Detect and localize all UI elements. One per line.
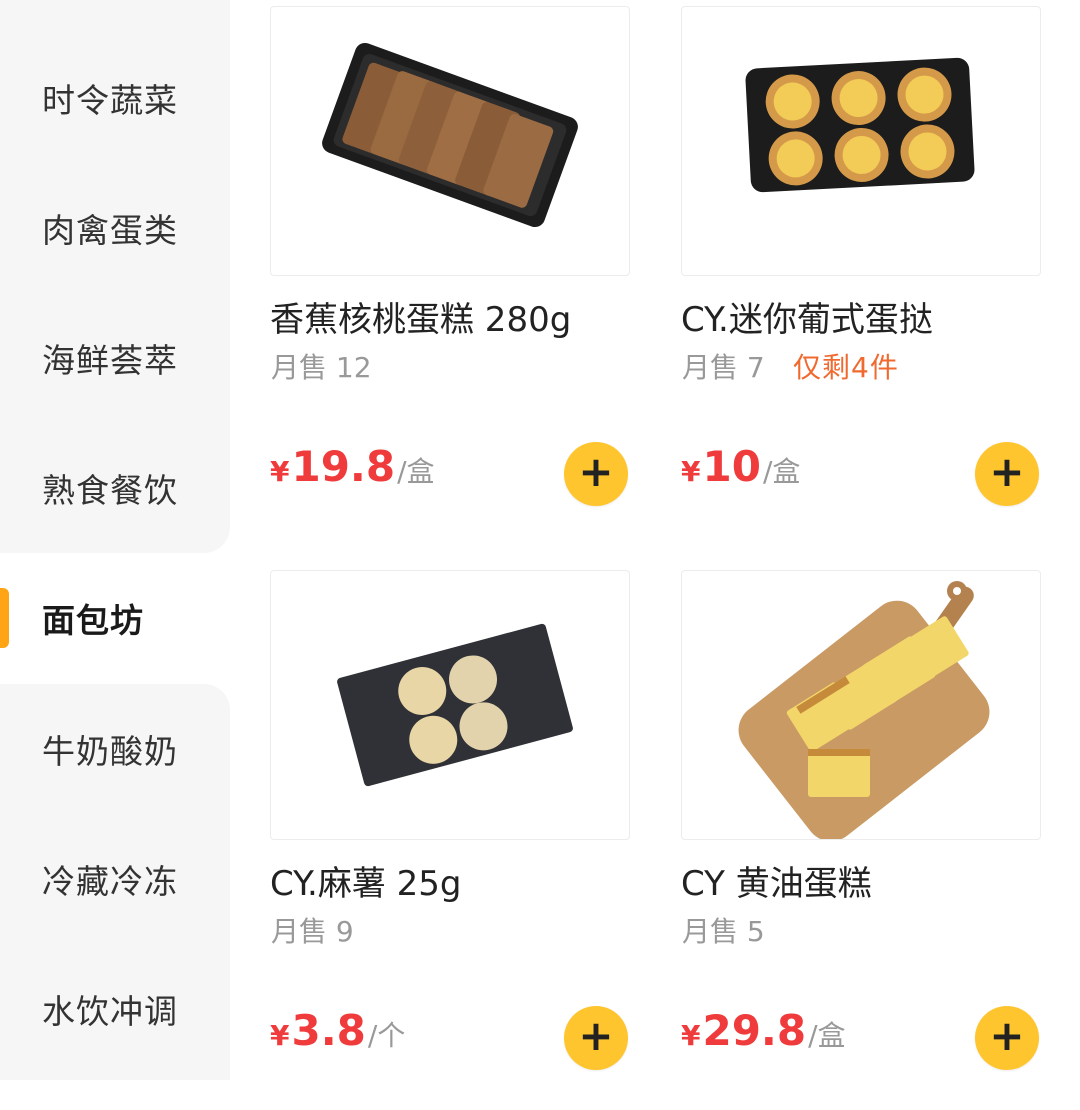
product-title: 香蕉核桃蛋糕 280g [270,300,572,340]
plus-icon: + [989,1011,1025,1060]
price-unit: /盒 [808,1019,846,1052]
product-title: CY.迷你葡式蛋挞 [681,300,933,340]
plus-icon: + [989,447,1025,496]
product-title: CY.麻薯 25g [270,864,462,904]
currency-symbol: ¥ [681,455,701,488]
sidebar-item-meat-poultry-eggs[interactable]: 肉禽蛋类 [0,163,230,293]
sidebar-item-seasonal-vegetables[interactable]: 时令蔬菜 [0,33,230,163]
stock-remaining: 仅剩4件 [793,351,899,384]
price-amount: 19.8 [291,442,396,491]
price-amount: 29.8 [702,1006,807,1055]
sidebar-item-drinks[interactable]: 水饮冲调 [0,944,230,1074]
product-price: ¥ 29.8 /盒 [681,1006,846,1055]
sidebar-item-chilled-frozen[interactable]: 冷藏冷冻 [0,814,230,944]
sidebar-item-seafood[interactable]: 海鲜荟萃 [0,293,230,423]
product-image[interactable] [270,6,630,276]
product-price: ¥ 19.8 /盒 [270,442,435,491]
monthly-sales: 月售 12 [271,351,372,384]
product-card[interactable]: CY.迷你葡式蛋挞 月售 7 仅剩4件 ¥ 10 /盒 + [681,6,1041,546]
egg-tart-image [745,57,975,193]
plus-icon: + [578,1011,614,1060]
product-card[interactable]: CY.麻薯 25g 月售 9 ¥ 3.8 /个 + [270,570,630,1110]
price-unit: /盒 [397,455,435,488]
product-image[interactable] [681,570,1041,840]
monthly-sales: 月售 7 [682,351,765,384]
mochi-image [337,623,573,787]
currency-symbol: ¥ [270,1019,290,1052]
sidebar-item-bakery[interactable]: 面包坊 [0,553,230,683]
product-price: ¥ 10 /盒 [681,442,800,491]
product-image[interactable] [681,6,1041,276]
product-card[interactable]: CY 黄油蛋糕 月售 5 ¥ 29.8 /盒 + [681,570,1041,1110]
banana-walnut-cake-image [322,42,578,228]
price-amount: 10 [702,442,761,491]
add-to-cart-button[interactable]: + [564,442,628,506]
currency-symbol: ¥ [681,1019,701,1052]
sidebar-item-milk-yogurt[interactable]: 牛奶酸奶 [0,684,230,814]
butter-cake-image [738,581,990,839]
add-to-cart-button[interactable]: + [975,442,1039,506]
plus-icon: + [578,447,614,496]
product-image[interactable] [270,570,630,840]
sidebar-item-deli[interactable]: 熟食餐饮 [0,423,230,553]
category-sidebar: 时令蔬菜 肉禽蛋类 海鲜荟萃 熟食餐饮 面包坊 牛奶酸奶 冷藏冷冻 水饮冲调 [0,0,230,1080]
price-amount: 3.8 [291,1006,366,1055]
price-unit: /盒 [762,455,801,488]
price-unit: /个 [367,1019,406,1052]
add-to-cart-button[interactable]: + [975,1006,1039,1070]
product-price: ¥ 3.8 /个 [270,1006,405,1055]
add-to-cart-button[interactable]: + [564,1006,628,1070]
product-card[interactable]: 香蕉核桃蛋糕 280g 月售 12 ¥ 19.8 /盒 + [270,6,630,546]
product-title: CY 黄油蛋糕 [681,864,872,904]
monthly-sales: 月售 5 [682,915,765,948]
currency-symbol: ¥ [270,455,290,488]
monthly-sales: 月售 9 [271,915,354,948]
